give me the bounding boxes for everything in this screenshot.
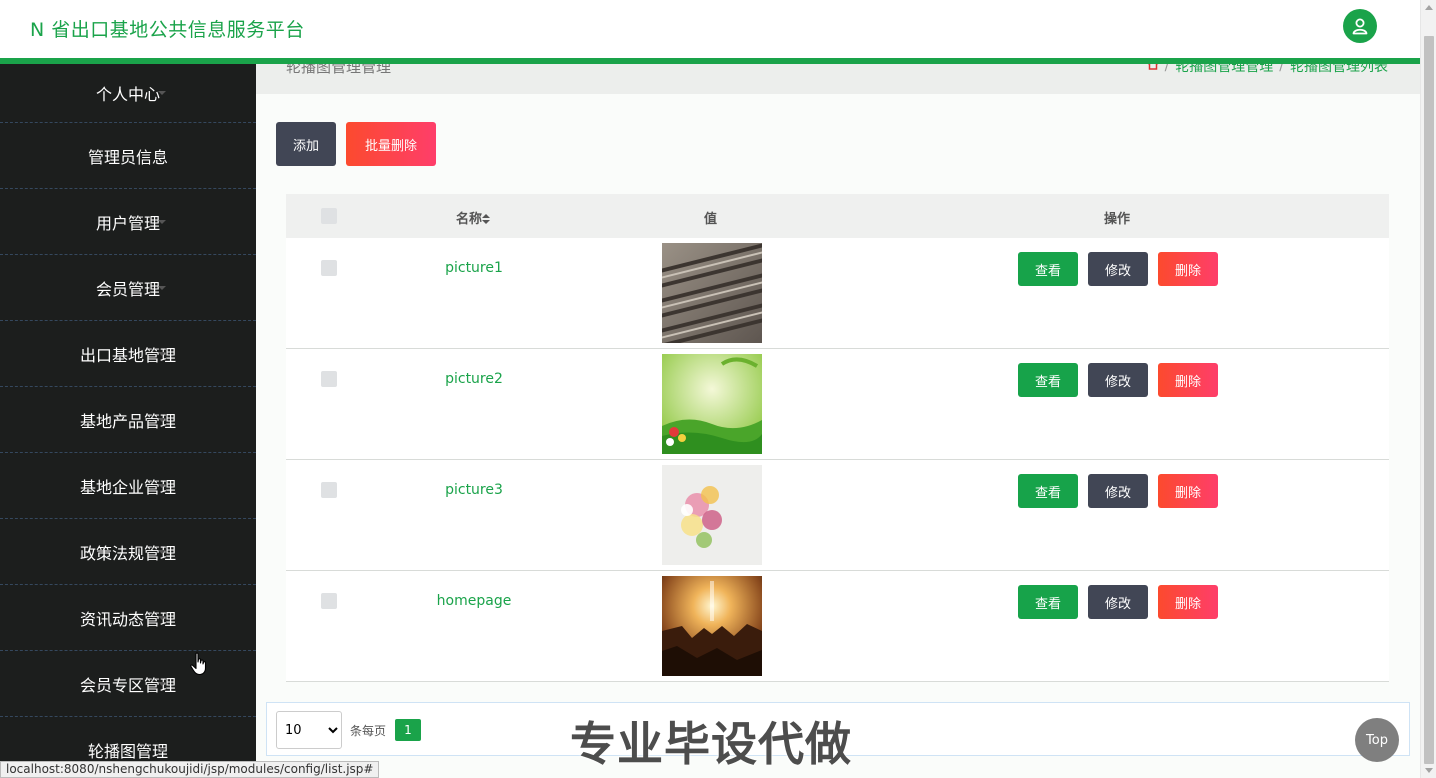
chevron-down-icon <box>158 417 166 422</box>
row-checkbox[interactable] <box>321 593 337 609</box>
row-name: homepage <box>436 593 512 609</box>
delete-button[interactable]: 删除 <box>1158 585 1218 619</box>
watermark-text: 专业毕设代做 <box>570 717 852 771</box>
edit-button[interactable]: 修改 <box>1088 252 1148 286</box>
breadcrumb-link[interactable]: 轮播图管理管理 <box>1175 64 1273 76</box>
page-number-button[interactable]: 1 <box>395 719 421 741</box>
back-to-top-button[interactable]: Top <box>1355 718 1399 762</box>
page-title: 轮播图管理管理 <box>286 64 392 76</box>
thumbnail-image <box>662 243 762 343</box>
breadcrumb-bar: 轮播图管理管理 / 轮播图管理管理 / 轮播图管理列表 <box>256 64 1420 94</box>
sidebar-item-personal-center[interactable]: 个人中心 <box>0 64 256 123</box>
hand-cursor-icon <box>190 652 207 676</box>
chevron-down-icon <box>158 747 166 752</box>
view-button[interactable]: 查看 <box>1018 363 1078 397</box>
row-actions: 查看 修改 删除 <box>1018 252 1218 286</box>
thumbnail-image <box>662 354 762 454</box>
vertical-scrollbar[interactable] <box>1420 0 1436 778</box>
app-title: N 省出口基地公共信息服务平台 <box>30 19 305 41</box>
sidebar-item-base-products[interactable]: 基地产品管理 <box>0 387 256 453</box>
table-row: picture1 查看 修改 删除 <box>286 238 1389 349</box>
user-avatar-icon[interactable] <box>1343 9 1377 43</box>
sidebar-item-news[interactable]: 资讯动态管理 <box>0 585 256 651</box>
table-row: picture3 查看 修改 删除 <box>286 460 1389 571</box>
sidebar-item-member-zone[interactable]: 会员专区管理 <box>0 651 256 717</box>
sidebar-item-label: 管理员信息 <box>87 147 168 167</box>
row-actions: 查看 修改 删除 <box>1018 474 1218 508</box>
chevron-down-icon <box>158 219 166 224</box>
thumbnail-image <box>662 576 762 676</box>
column-header-value: 值 <box>704 212 718 227</box>
chevron-down-icon <box>158 285 166 290</box>
scroll-up-arrow-icon[interactable] <box>1425 5 1433 10</box>
view-button[interactable]: 查看 <box>1018 252 1078 286</box>
row-name: picture1 <box>445 260 503 276</box>
chevron-down-icon <box>158 615 166 620</box>
delete-button[interactable]: 删除 <box>1158 252 1218 286</box>
chevron-down-icon <box>158 91 166 95</box>
per-page-label: 条每页 <box>350 724 387 738</box>
edit-button[interactable]: 修改 <box>1088 363 1148 397</box>
top-header: N 省出口基地公共信息服务平台 <box>0 0 1420 58</box>
edit-button[interactable]: 修改 <box>1088 474 1148 508</box>
sidebar-item-label: 个人中心 <box>95 85 160 104</box>
column-header-label: 名称 <box>456 212 483 227</box>
view-button[interactable]: 查看 <box>1018 585 1078 619</box>
sidebar-item-admin-info[interactable]: 管理员信息 <box>0 123 256 189</box>
chevron-down-icon <box>158 153 166 158</box>
row-checkbox[interactable] <box>321 482 337 498</box>
sidebar-item-user-management[interactable]: 用户管理 <box>0 189 256 255</box>
breadcrumb-separator: / <box>1164 64 1170 74</box>
sidebar-item-export-base[interactable]: 出口基地管理 <box>0 321 256 387</box>
edit-button[interactable]: 修改 <box>1088 585 1148 619</box>
column-header-ops: 操作 <box>1104 212 1131 227</box>
breadcrumb-current: 轮播图管理列表 <box>1290 64 1388 75</box>
scroll-down-arrow-icon[interactable] <box>1425 768 1433 773</box>
batch-delete-button[interactable]: 批量删除 <box>346 122 436 166</box>
table-header: 名称 值 操作 <box>286 194 1389 238</box>
add-button[interactable]: 添加 <box>276 122 336 166</box>
row-actions: 查看 修改 删除 <box>1018 585 1218 619</box>
row-checkbox[interactable] <box>321 260 337 276</box>
table-row: picture2 查看 修改 删除 <box>286 349 1389 460</box>
page-size-select[interactable]: 10 <box>276 711 342 749</box>
home-icon[interactable] <box>1147 64 1159 74</box>
chevron-down-icon <box>158 681 166 686</box>
status-bar-url: localhost:8080/nshengchukoujidi/jsp/modu… <box>0 761 380 778</box>
scrollbar-thumb[interactable] <box>1424 36 1434 764</box>
sidebar-item-member-management[interactable]: 会员管理 <box>0 255 256 321</box>
row-name: picture2 <box>445 371 503 387</box>
view-button[interactable]: 查看 <box>1018 474 1078 508</box>
sidebar-item-label: 会员管理 <box>95 279 160 299</box>
breadcrumb-separator: / <box>1279 64 1284 74</box>
delete-button[interactable]: 删除 <box>1158 363 1218 397</box>
row-actions: 查看 修改 删除 <box>1018 363 1218 397</box>
breadcrumb: / 轮播图管理管理 / 轮播图管理列表 <box>1147 64 1388 76</box>
column-header-name[interactable]: 名称 <box>456 208 491 227</box>
chevron-down-icon <box>158 549 166 554</box>
chevron-down-icon <box>158 483 166 488</box>
sidebar-item-policies[interactable]: 政策法规管理 <box>0 519 256 585</box>
sidebar-item-base-enterprises[interactable]: 基地企业管理 <box>0 453 256 519</box>
delete-button[interactable]: 删除 <box>1158 474 1218 508</box>
carousel-table: 名称 值 操作 picture1 查看 修改 删除 picture2 查看 修改… <box>286 194 1389 682</box>
select-all-checkbox[interactable] <box>321 208 337 224</box>
row-checkbox[interactable] <box>321 371 337 387</box>
table-row: homepage 查看 修改 删除 <box>286 571 1389 682</box>
sidebar-item-label: 用户管理 <box>95 213 160 233</box>
sort-icon[interactable] <box>482 214 491 224</box>
sidebar-item-label: 轮播图管理 <box>87 741 168 761</box>
row-name: picture3 <box>445 482 503 498</box>
chevron-down-icon <box>158 351 166 356</box>
thumbnail-image <box>662 465 762 565</box>
sidebar: 个人中心 管理员信息 用户管理 会员管理 出口基地管理 基地产品管理 基地企业管… <box>0 64 256 778</box>
